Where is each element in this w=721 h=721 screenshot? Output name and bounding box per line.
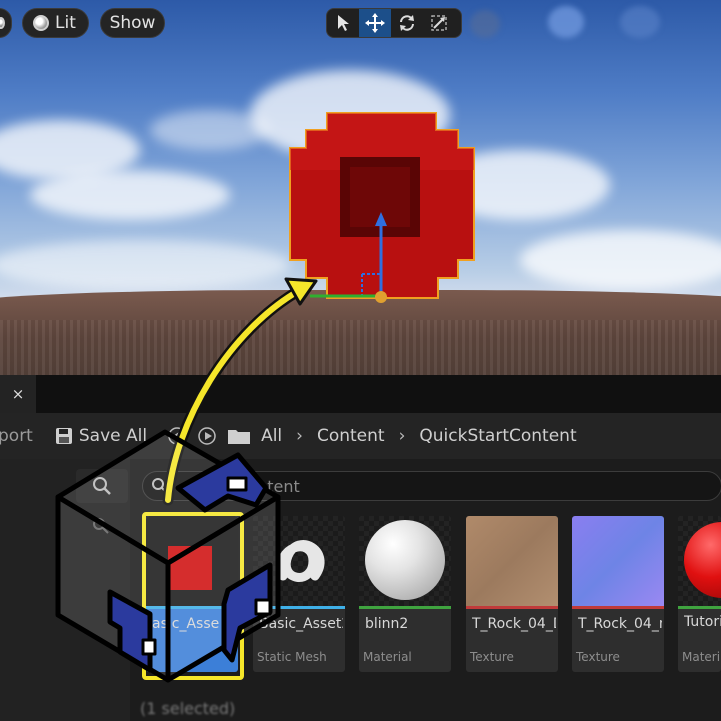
overlay-graphics (55, 277, 318, 683)
editor-screen: Lit Show × port Save All All › Content ›… (0, 0, 721, 721)
cube-logo (55, 429, 281, 683)
